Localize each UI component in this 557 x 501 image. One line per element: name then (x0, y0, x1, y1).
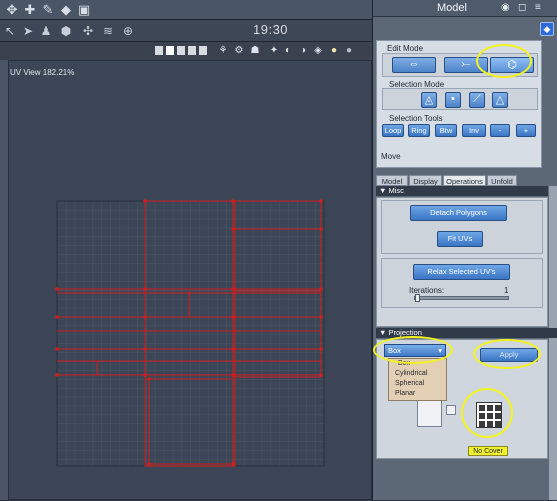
panel-options-button[interactable]: ◆ (540, 22, 554, 36)
iterations-slider-thumb[interactable] (415, 294, 420, 302)
edit-mode-move-button[interactable]: ⇔ (392, 57, 436, 73)
between-button[interactable]: Btw (435, 124, 457, 137)
projection-dropdown-menu: Box Cylindrical Spherical Planar (388, 358, 447, 401)
panel-scrollbar[interactable] (548, 186, 557, 500)
menu-icon[interactable]: ≡ (535, 2, 541, 13)
tab-model[interactable]: Model (376, 175, 408, 186)
projection-preview-small[interactable] (446, 405, 456, 415)
apply-projection-button[interactable]: Apply (480, 348, 538, 362)
tab-unfold[interactable]: Unfold (487, 175, 517, 186)
box-projection-cube-icon[interactable] (476, 402, 502, 428)
chevron-down-icon: ▾ (438, 346, 442, 355)
figure-icon[interactable]: ♟ (38, 23, 54, 39)
layout-grid-icon[interactable] (199, 46, 207, 55)
loop-button[interactable]: Loop (382, 124, 404, 137)
layout-split-icon[interactable] (166, 46, 174, 55)
edge-select-button[interactable]: ▪ (445, 92, 461, 108)
layout-three-icon[interactable] (177, 46, 185, 55)
misc-section: Detach Polygons Fit UVs Relax Selected U… (376, 197, 548, 327)
eye-icon[interactable]: ◉ (501, 2, 510, 13)
option-planar[interactable]: Planar (395, 390, 415, 397)
invert-button[interactable]: Inv (462, 124, 486, 137)
view-toolbar: ⚘ ⚙ ☗ ✦ ◐ ◑ ◈ ● ● (0, 42, 372, 60)
shading-icon[interactable]: ⚘ (218, 45, 228, 56)
tab-operations[interactable]: Operations (443, 175, 486, 186)
tab-display[interactable]: Display (409, 175, 442, 186)
option-box[interactable]: Box (398, 360, 410, 367)
projection-type-select[interactable]: Box ▾ (384, 344, 446, 357)
panel-title: Model (437, 2, 467, 14)
uv-view-label: UV View 182.21% (10, 68, 75, 77)
cube-view-icon[interactable]: ◈ (313, 45, 323, 56)
uv-grid (56, 200, 325, 467)
layout-single-icon[interactable] (155, 46, 163, 55)
brush-tool-icon[interactable]: ✎ (40, 2, 56, 18)
line-select-button[interactable]: ⟋ (469, 92, 485, 108)
morph-icon[interactable]: ≋ (100, 23, 116, 39)
wire-icon[interactable]: ☗ (250, 45, 260, 56)
sun-icon[interactable]: ● (329, 45, 339, 56)
option-cylindrical[interactable]: Cylindrical (395, 370, 427, 377)
mode-box: Edit Mode ⇔ ⤚ ⌬ Selection Mode ◬ ▪ ⟋ △ S… (376, 40, 542, 168)
no-cover-tooltip: No Cover (468, 446, 508, 456)
grow-selection-button[interactable]: + (516, 124, 536, 137)
layout-four-icon[interactable] (188, 46, 196, 55)
vertex-select-button[interactable]: ◬ (421, 92, 437, 108)
zoom-icon[interactable]: ⊕ (120, 23, 136, 39)
left-edge-strip (0, 60, 8, 500)
iterations-slider[interactable] (414, 296, 509, 300)
edit-mode-stretch-button[interactable]: ⤚ (444, 57, 488, 73)
misc-section-header[interactable]: ▼ Misc (376, 186, 557, 196)
projection-section-header[interactable]: ▼ Projection (376, 328, 557, 338)
iterations-value: 1 (504, 286, 509, 295)
projection-preview-plane[interactable] (417, 399, 442, 427)
light-icon[interactable]: ◑ (298, 45, 308, 56)
edit-mode-label: Edit Mode (387, 44, 424, 53)
selection-tools-label: Selection Tools (389, 114, 443, 123)
projection-header-text: Projection (388, 328, 422, 337)
select-tool-icon[interactable]: ✥ (4, 2, 20, 18)
pointer-icon[interactable]: ↖ (2, 23, 18, 39)
status-text: Move (381, 152, 401, 161)
clock: 19:30 (253, 22, 289, 37)
uv-canvas[interactable] (9, 61, 373, 501)
main-toolbar: ✥ ✚ ✎ ◆ ▣ (0, 0, 372, 20)
shape-tool-icon[interactable]: ◆ (58, 2, 74, 18)
face-select-button[interactable]: △ (492, 92, 508, 108)
camera-icon[interactable]: ✦ (269, 45, 279, 56)
option-spherical[interactable]: Spherical (395, 380, 424, 387)
move-tool-icon[interactable]: ✚ (22, 2, 38, 18)
secondary-toolbar: ↖ ➤ ♟ ⬢ ✣ ≋ ⊕ (0, 20, 372, 42)
projection-selected-value: Box (388, 346, 401, 355)
restore-icon[interactable]: ◻ (518, 2, 526, 13)
selection-mode-group: ◬ ▪ ⟋ △ (382, 88, 538, 110)
edit-mode-group: ⇔ ⤚ ⌬ (382, 53, 538, 77)
relax-uvs-button[interactable]: Relax Selected UV's (413, 264, 510, 280)
misc-header-text: Misc (388, 186, 404, 195)
cursor-icon[interactable]: ➤ (20, 23, 36, 39)
prop-icon[interactable]: ⬢ (58, 23, 74, 39)
panel-title-bar: Model ◉ ◻ ≡ (373, 0, 557, 17)
fit-uvs-button[interactable]: Fit UVs (437, 231, 483, 247)
texture-icon[interactable]: ⚙ (234, 45, 244, 56)
joint-icon[interactable]: ✣ (80, 23, 96, 39)
detach-polygons-button[interactable]: Detach Polygons (410, 205, 507, 221)
shrink-selection-button[interactable]: - (490, 124, 510, 137)
edit-mode-uv-button[interactable]: ⌬ (490, 57, 534, 73)
globe-icon[interactable]: ◐ (283, 45, 293, 56)
sphere-icon[interactable]: ● (344, 45, 354, 56)
uv-viewport[interactable] (8, 60, 372, 500)
ring-button[interactable]: Ring (408, 124, 430, 137)
cube-tool-icon[interactable]: ▣ (76, 2, 92, 18)
